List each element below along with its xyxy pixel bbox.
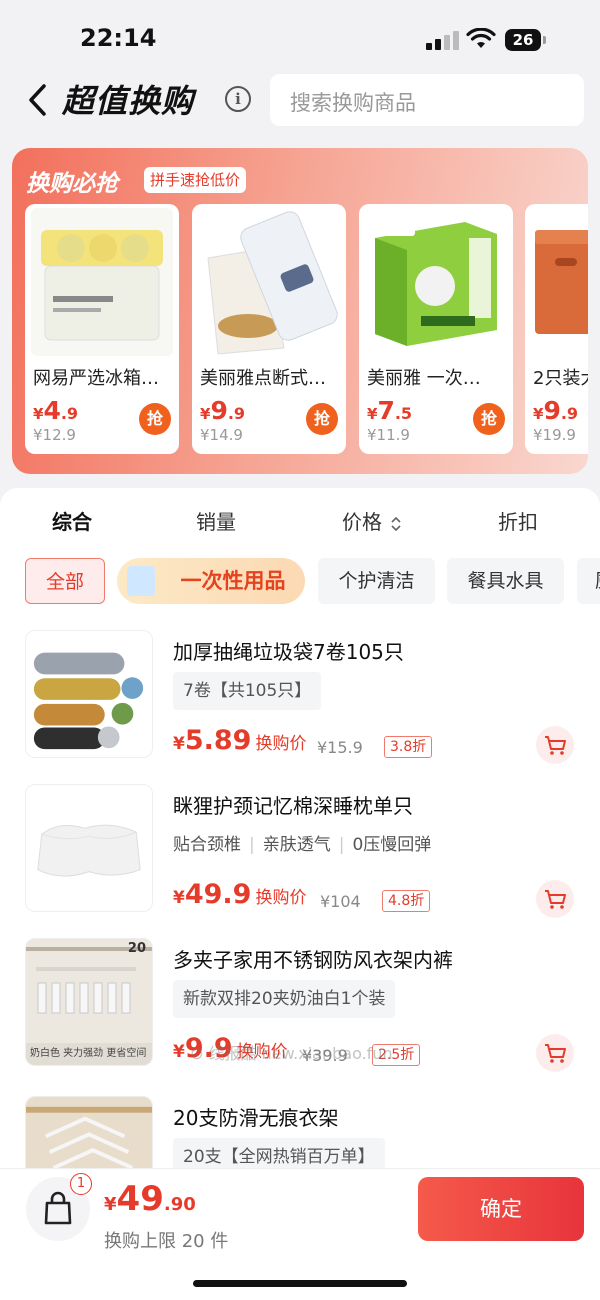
watermark: ⊙ 线报酷 new.xianbao.fun bbox=[190, 1044, 393, 1063]
grab-button[interactable]: 抢 bbox=[473, 403, 505, 435]
clothes-hanger-clips-image: 20 奶白色 夹力强劲 更省空间 bbox=[25, 938, 153, 1066]
thumb-caption: 奶白色 夹力强劲 更省空间 bbox=[30, 1048, 147, 1059]
chip-disposables[interactable]: 一次性用品 bbox=[117, 558, 305, 604]
info-icon[interactable]: i bbox=[225, 86, 251, 112]
discount-badge: 4.8折 bbox=[382, 890, 431, 912]
deal-card[interactable]: 网易严选冰箱… ¥4.9 ¥12.9 抢 bbox=[25, 204, 179, 454]
chip-all[interactable]: 全部 bbox=[25, 558, 105, 604]
deal-original-price: ¥14.9 bbox=[200, 426, 243, 444]
sort-tab-discount[interactable]: 折扣 bbox=[498, 506, 538, 535]
banner-title: 换购必抢 bbox=[26, 171, 118, 197]
cart-icon bbox=[545, 890, 566, 909]
deal-price: ¥9.9 bbox=[200, 396, 246, 425]
memory-pillow-image bbox=[25, 784, 153, 912]
category-chips: 全部 一次性用品 个护清洁 餐具水具 厨 bbox=[0, 558, 600, 608]
add-to-cart-button[interactable] bbox=[536, 880, 574, 918]
confirm-button[interactable]: 确定 bbox=[418, 1177, 584, 1241]
header: 超值换购 i 搜索换购商品 bbox=[0, 70, 600, 136]
product-row[interactable]: 加厚抽绳垃圾袋7卷105只 7卷【共105只】 ¥5.89 换购价 ¥15.9 3… bbox=[0, 630, 600, 780]
product-row[interactable]: 眯狸护颈记忆棉深睡枕单只 贴合颈椎 | 亲肤透气 | 0压慢回弹 ¥49.9 换购价 ¥1… bbox=[0, 784, 600, 934]
cling-film-box-image bbox=[365, 208, 507, 356]
product-original-price: ¥104 bbox=[320, 892, 361, 911]
search-placeholder: 搜索换购商品 bbox=[290, 91, 416, 115]
deal-price: ¥4.9 bbox=[33, 396, 79, 425]
spec-tag: 贴合颈椎 bbox=[173, 835, 241, 855]
deal-price: ¥7.5 bbox=[367, 396, 413, 425]
sort-tabs: 综合 销量 价格 折扣 bbox=[0, 506, 600, 542]
discount-badge: 3.8折 bbox=[384, 736, 433, 758]
sort-tab-comprehensive[interactable]: 综合 bbox=[52, 506, 92, 535]
deal-card[interactable]: 2只装大 ¥9.9 ¥19.9 bbox=[525, 204, 588, 454]
milk-carton-icon bbox=[127, 566, 155, 596]
page-title: 超值换购 bbox=[62, 82, 195, 120]
back-arrow-icon[interactable] bbox=[22, 80, 56, 120]
sort-tab-sales[interactable]: 销量 bbox=[196, 506, 236, 535]
search-input[interactable]: 搜索换购商品 bbox=[270, 74, 584, 126]
deal-original-price: ¥19.9 bbox=[533, 426, 576, 444]
fridge-deodorizer-image bbox=[31, 208, 173, 356]
add-to-cart-button[interactable] bbox=[536, 1034, 574, 1072]
cart-icon bbox=[545, 1044, 566, 1063]
wifi-icon bbox=[466, 28, 496, 48]
cart-icon bbox=[545, 736, 566, 755]
product-original-price: ¥15.9 bbox=[317, 738, 363, 757]
sort-tab-price-label: 价格 bbox=[342, 510, 382, 534]
home-indicator bbox=[193, 1280, 407, 1287]
thumb-badge: 20 bbox=[127, 941, 146, 956]
product-spec: 新款双排20夹奶油白1个装 bbox=[173, 980, 396, 1018]
product-row[interactable]: 20 奶白色 夹力强劲 更省空间 多夹子家用不锈钢防风衣架内裤 新款双排20夹奶… bbox=[0, 938, 600, 1088]
battery-icon: 26 bbox=[505, 29, 546, 51]
deal-original-price: ¥11.9 bbox=[367, 426, 410, 444]
cellular-signal-icon bbox=[426, 30, 459, 50]
trash-bags-image bbox=[25, 630, 153, 758]
product-name: 多夹子家用不锈钢防风衣架内裤 bbox=[173, 948, 453, 972]
spec-tag: 亲肤透气 bbox=[262, 835, 331, 855]
status-time: 22:14 bbox=[80, 24, 157, 52]
storage-box-image bbox=[531, 208, 588, 356]
deal-name: 美丽雅点断式… bbox=[200, 368, 326, 389]
deal-name: 美丽雅 一次… bbox=[367, 368, 481, 389]
chip-personal-care[interactable]: 个护清洁 bbox=[318, 558, 435, 604]
product-price: ¥49.9 换购价 bbox=[173, 879, 307, 910]
deal-original-price: ¥12.9 bbox=[33, 426, 76, 444]
cart-count-badge: 1 bbox=[70, 1173, 92, 1195]
sort-toggle-icon bbox=[391, 516, 401, 531]
product-name: 20支防滑无痕衣架 bbox=[173, 1106, 339, 1130]
grab-button[interactable]: 抢 bbox=[306, 403, 338, 435]
spec-tag: 0压慢回弹 bbox=[352, 835, 432, 855]
product-price: ¥5.89 换购价 bbox=[173, 725, 307, 756]
trash-bag-roll-image bbox=[198, 208, 340, 356]
exchange-limit-text: 换购上限 20 件 bbox=[104, 1231, 229, 1252]
deal-name: 2只装大 bbox=[533, 368, 588, 389]
deal-price: ¥9.9 bbox=[533, 396, 579, 425]
status-bar: 22:14 26 bbox=[0, 0, 600, 70]
chip-kitchen[interactable]: 厨 bbox=[577, 558, 600, 604]
chip-tableware[interactable]: 餐具水具 bbox=[447, 558, 564, 604]
deal-name: 网易严选冰箱… bbox=[33, 368, 159, 389]
deal-carousel[interactable]: 网易严选冰箱… ¥4.9 ¥12.9 抢 美丽雅点断式… ¥9.9 ¥14.9 … bbox=[25, 204, 588, 456]
product-name: 眯狸护颈记忆棉深睡枕单只 bbox=[173, 794, 413, 818]
deal-card[interactable]: 美丽雅 一次… ¥7.5 ¥11.9 抢 bbox=[359, 204, 513, 454]
product-spec: 贴合颈椎 | 亲肤透气 | 0压慢回弹 bbox=[173, 835, 432, 855]
product-spec: 7卷【共105只】 bbox=[173, 672, 322, 710]
banner-tag: 拼手速抢低价 bbox=[144, 167, 247, 193]
sort-tab-price[interactable]: 价格 bbox=[342, 506, 402, 535]
deal-banner: 换购必抢 拼手速抢低价 网易严选冰箱… ¥4.9 ¥12.9 抢 美丽雅点断式…… bbox=[12, 148, 588, 474]
deal-card[interactable]: 美丽雅点断式… ¥9.9 ¥14.9 抢 bbox=[192, 204, 346, 454]
total-price: ¥49.90 bbox=[104, 1179, 196, 1219]
chip-disposables-label: 一次性用品 bbox=[180, 569, 286, 593]
product-name: 加厚抽绳垃圾袋7卷105只 bbox=[173, 640, 404, 664]
grab-button[interactable]: 抢 bbox=[139, 403, 171, 435]
add-to-cart-button[interactable] bbox=[536, 726, 574, 764]
